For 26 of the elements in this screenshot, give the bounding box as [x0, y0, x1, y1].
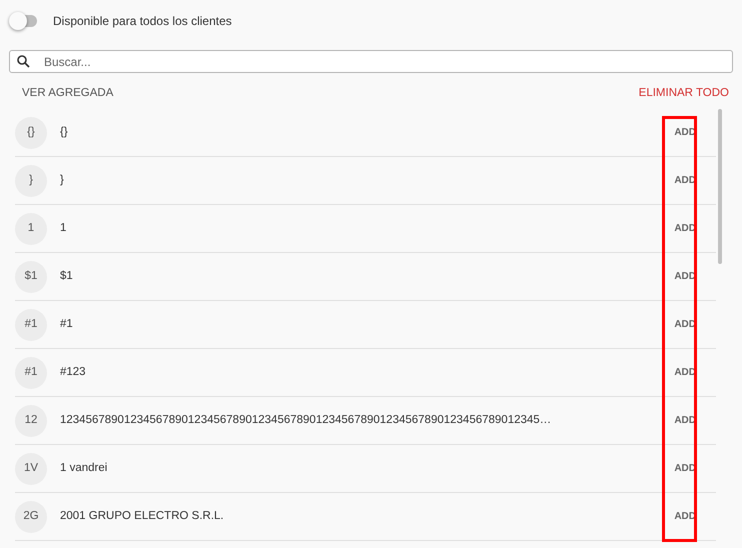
avatar: #1 [15, 308, 47, 341]
customer-name: 123456789012345678901234567890123456789012345678901234567890123456789012345… [60, 413, 552, 428]
customer-name: 1 [60, 221, 68, 236]
avatar: {} [15, 116, 47, 149]
scrollbar-thumb[interactable] [718, 109, 722, 264]
avatar: $1 [15, 260, 47, 293]
customer-name: } [60, 173, 65, 188]
avatar: 1V [15, 452, 47, 485]
toggle-label: Disponible para todos los clientes [53, 13, 232, 30]
avatar: #1 [15, 356, 47, 389]
search-field[interactable]: Buscar... [9, 50, 733, 73]
customer-name: #1 [60, 317, 74, 332]
customer-name: #123 [60, 365, 87, 380]
customer-name: $1 [60, 269, 74, 284]
avatar: 12 [15, 404, 47, 437]
avatar: } [15, 164, 47, 197]
avatar: 2G [15, 500, 47, 533]
search-input[interactable]: Buscar... [42, 52, 732, 72]
view-added-link[interactable]: VER AGREGADA [22, 85, 114, 102]
search-icon [17, 55, 30, 68]
toggle-switch[interactable] [11, 15, 37, 27]
delete-all-link[interactable]: ELIMINAR TODO [638, 85, 729, 102]
customer-name: 1 vandrei [60, 461, 108, 476]
avatar: 1 [15, 212, 47, 245]
customer-name: 2001 GRUPO ELECTRO S.R.L. [60, 509, 225, 524]
customer-name: {} [60, 125, 69, 140]
